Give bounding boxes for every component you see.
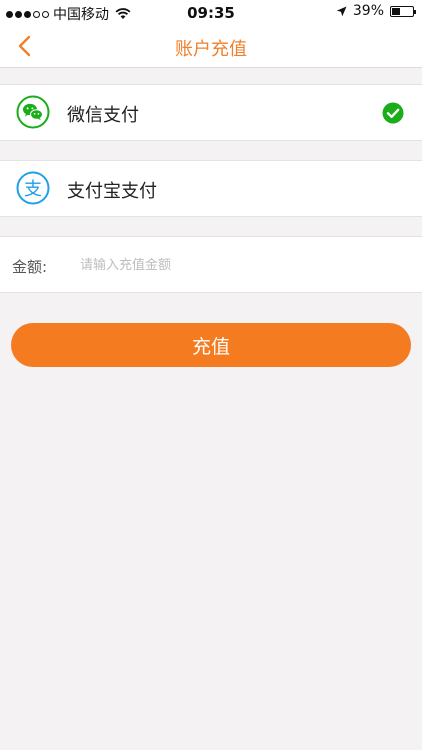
alipay-icon: 支 [16, 171, 50, 205]
page-title: 账户充值 [175, 39, 247, 60]
status-bar: 中国移动 09:35 39% [0, 0, 422, 26]
battery-tip [414, 9, 416, 14]
status-right: 39% [336, 3, 416, 19]
payment-option-wechat[interactable]: 微信支付 [0, 84, 422, 141]
battery-percentage: 39% [352, 3, 384, 19]
amount-label: 金额: [12, 258, 48, 276]
payment-option-label: 微信支付 [67, 105, 139, 126]
battery-icon [390, 5, 416, 17]
nav-bar: 账户充值 [0, 26, 422, 68]
checkmark-selected-icon [382, 102, 404, 124]
svg-text:支: 支 [24, 179, 42, 200]
recharge-button[interactable]: 充值 [11, 323, 411, 367]
payment-option-label: 支付宝支付 [67, 181, 157, 202]
amount-row: 金额: [0, 236, 422, 293]
wechat-pay-icon [16, 95, 50, 129]
amount-input[interactable] [78, 249, 402, 281]
battery-fill [392, 7, 400, 15]
payment-option-alipay[interactable]: 支 支付宝支付 [0, 160, 422, 217]
location-arrow-icon [336, 6, 347, 16]
